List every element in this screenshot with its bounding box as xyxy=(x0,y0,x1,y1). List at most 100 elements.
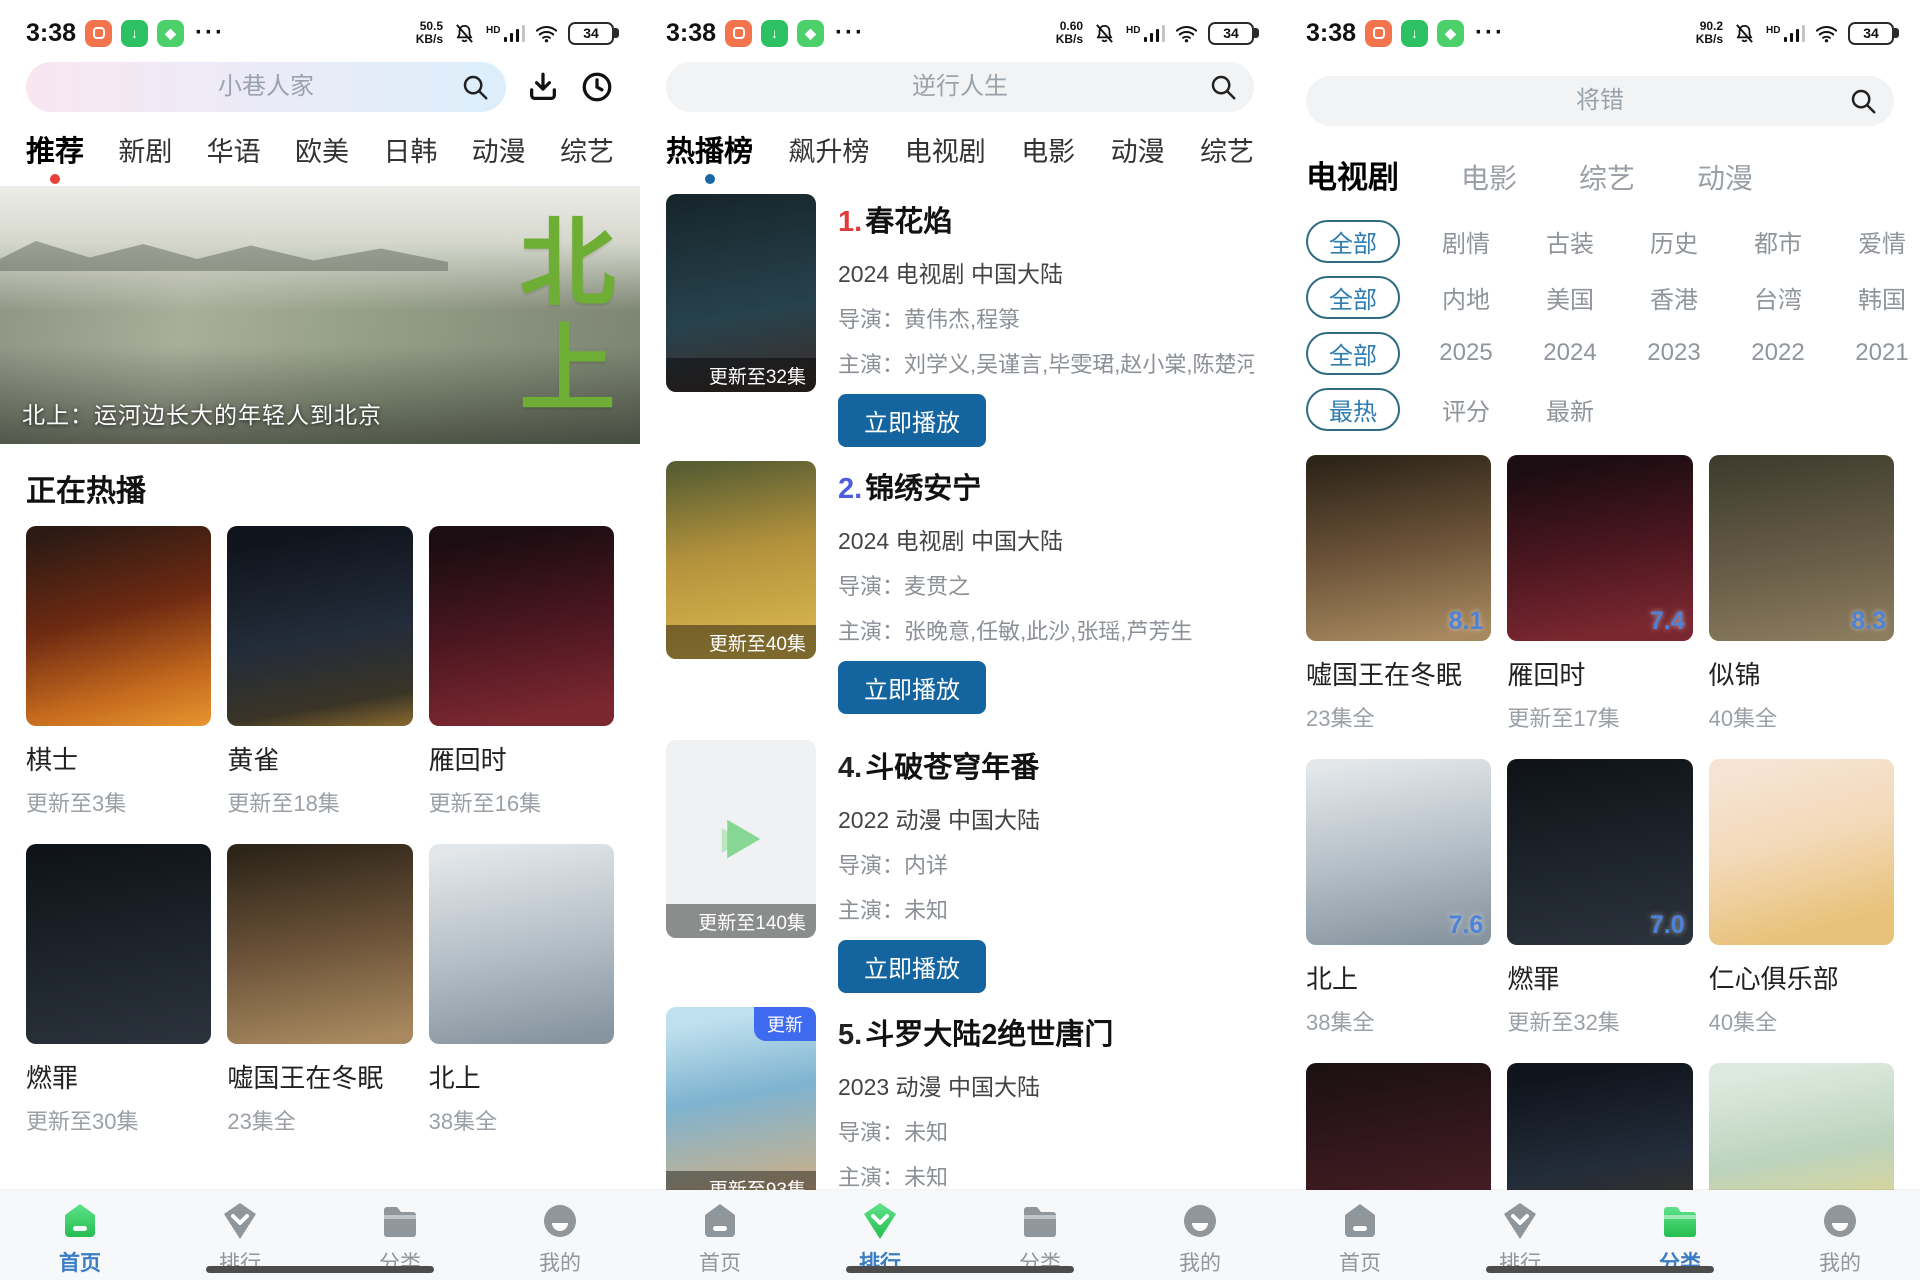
drama-episodes: 38集全 xyxy=(1306,1005,1491,1037)
nav-profile[interactable]: 我的 xyxy=(1775,1200,1905,1277)
nav-home[interactable]: 首页 xyxy=(1295,1200,1425,1277)
search-bar xyxy=(26,62,506,112)
nav-profile[interactable]: 我的 xyxy=(495,1200,625,1277)
home-indicator[interactable] xyxy=(1486,1266,1714,1273)
drama-card[interactable]: 8.3 似锦 40集全 xyxy=(1709,455,1894,759)
drama-director: 导演：未知 xyxy=(838,1115,1254,1147)
drama-card[interactable]: 7.0 燃罪 更新至32集 xyxy=(1507,759,1692,1063)
tab-jk[interactable]: 日韩 xyxy=(383,130,437,183)
tab-movie[interactable]: 电影 xyxy=(1021,130,1075,183)
search-input[interactable] xyxy=(716,73,1204,101)
nav-profile[interactable]: 我的 xyxy=(1135,1200,1265,1277)
drama-card[interactable]: 北上 38集全 xyxy=(429,844,614,1162)
more-notifications-icon: ··· xyxy=(1475,19,1505,47)
wifi-icon xyxy=(1815,22,1838,45)
drama-title: 黄雀 xyxy=(227,740,412,777)
section-title-now-playing: 正在热播 xyxy=(26,466,614,510)
drama-episodes: 38集全 xyxy=(429,1104,614,1136)
history-button[interactable] xyxy=(580,70,614,104)
home-icon xyxy=(699,1200,741,1242)
tab-recommend[interactable]: 推荐 xyxy=(26,128,84,184)
filter-item[interactable]: 2023 xyxy=(1622,339,1726,367)
filter-all-year[interactable]: 全部 xyxy=(1306,332,1400,375)
episode-badge: 更新至140集 xyxy=(666,904,816,938)
filter-item[interactable]: 2022 xyxy=(1726,339,1830,367)
cell-signal-icon: HD xyxy=(1766,25,1805,42)
search-bar xyxy=(666,62,1254,112)
tab-chinese[interactable]: 华语 xyxy=(207,130,261,183)
tab-movie[interactable]: 电影 xyxy=(1461,157,1517,211)
search-icon[interactable] xyxy=(460,72,490,102)
home-indicator[interactable] xyxy=(206,1266,434,1273)
search-icon[interactable] xyxy=(1208,72,1238,102)
play-now-button[interactable]: 立即播放 xyxy=(838,661,986,714)
drama-card[interactable]: 7.4 雁回时 更新至17集 xyxy=(1507,455,1692,759)
nav-home[interactable]: 首页 xyxy=(15,1200,145,1277)
filter-item[interactable]: 2021 xyxy=(1830,339,1920,367)
download-notification-icon: ↓ xyxy=(121,20,148,47)
tab-tv[interactable]: 电视剧 xyxy=(905,130,986,183)
filter-row-region: 全部 内地 美国 香港 台湾 韩国 xyxy=(1280,269,1920,325)
search-input[interactable] xyxy=(76,73,456,101)
play-now-button[interactable]: 立即播放 xyxy=(838,394,986,447)
filter-all-region[interactable]: 全部 xyxy=(1306,276,1400,319)
drama-title: 棋士 xyxy=(26,740,211,777)
drama-episodes: 23集全 xyxy=(227,1104,412,1136)
home-indicator[interactable] xyxy=(846,1266,1074,1273)
wifi-icon xyxy=(1175,22,1198,45)
tab-anime[interactable]: 动漫 xyxy=(1697,157,1753,211)
drama-episodes: 23集全 xyxy=(1306,701,1491,733)
filter-all-genre[interactable]: 全部 xyxy=(1306,220,1400,263)
filter-row-sort: 最热 评分 最新 xyxy=(1280,381,1920,437)
tab-variety[interactable]: 综艺 xyxy=(560,130,614,183)
search-icon[interactable] xyxy=(1848,86,1878,116)
drama-card[interactable]: 黄雀 更新至18集 xyxy=(227,526,412,844)
search-input[interactable] xyxy=(1356,87,1844,115)
play-now-button[interactable]: 立即播放 xyxy=(838,940,986,993)
category-grid: 8.1 嘘国王在冬眠 23集全 7.4 雁回时 更新至17集 8.3 似锦 40… xyxy=(1280,455,1920,1249)
filter-item[interactable]: 评分 xyxy=(1414,392,1518,427)
rank-item[interactable]: 更新至40集 2.锦绣安宁 2024 电视剧 中国大陆 导演：麦贯之 主演：张晚… xyxy=(666,461,1254,714)
drama-card[interactable]: 燃罪 更新至30集 xyxy=(26,844,211,1162)
filter-item[interactable]: 都市 xyxy=(1726,224,1830,259)
drama-card[interactable]: 棋士 更新至3集 xyxy=(26,526,211,844)
filter-item[interactable]: 最新 xyxy=(1518,392,1622,427)
filter-item[interactable]: 内地 xyxy=(1414,280,1518,315)
drama-poster xyxy=(227,844,412,1044)
tab-tv[interactable]: 电视剧 xyxy=(1306,152,1399,211)
filter-item[interactable]: 香港 xyxy=(1622,280,1726,315)
hero-banner[interactable]: 北上 北上：运河边长大的年轻人到北京 xyxy=(0,186,640,444)
drama-card[interactable]: 雁回时 更新至16集 xyxy=(429,526,614,844)
filter-sort-hottest[interactable]: 最热 xyxy=(1306,388,1400,431)
drama-card[interactable]: 7.6 北上 38集全 xyxy=(1306,759,1491,1063)
tab-variety[interactable]: 综艺 xyxy=(1200,130,1254,183)
filter-item[interactable]: 台湾 xyxy=(1726,280,1830,315)
filter-item[interactable]: 历史 xyxy=(1622,224,1726,259)
rank-item[interactable]: 更新至140集 4.斗破苍穹年番 2022 动漫 中国大陆 导演：内详 主演：未… xyxy=(666,740,1254,993)
drama-card[interactable]: 仁心俱乐部 40集全 xyxy=(1709,759,1894,1063)
drama-poster: 7.6 xyxy=(1306,759,1491,945)
drama-card[interactable]: 8.1 嘘国王在冬眠 23集全 xyxy=(1306,455,1491,759)
tab-anime[interactable]: 动漫 xyxy=(472,130,526,183)
tab-anime[interactable]: 动漫 xyxy=(1111,130,1165,183)
filter-item[interactable]: 美国 xyxy=(1518,280,1622,315)
tab-rising-rank[interactable]: 飙升榜 xyxy=(788,130,869,183)
drama-card[interactable]: 嘘国王在冬眠 23集全 xyxy=(227,844,412,1162)
drama-title: 燃罪 xyxy=(26,1058,211,1095)
drama-poster xyxy=(26,844,211,1044)
tab-western[interactable]: 欧美 xyxy=(295,130,349,183)
rank-item[interactable]: 更新至32集 1.春花焰 2024 电视剧 中国大陆 导演：黄伟杰,程箓 主演：… xyxy=(666,194,1254,447)
tab-variety[interactable]: 综艺 xyxy=(1579,157,1635,211)
filter-item[interactable]: 古装 xyxy=(1518,224,1622,259)
tab-hot-rank[interactable]: 热播榜 xyxy=(666,128,753,184)
filter-item[interactable]: 爱情 xyxy=(1830,224,1920,259)
filter-item[interactable]: 2025 xyxy=(1414,339,1518,367)
filter-item[interactable]: 剧情 xyxy=(1414,224,1518,259)
download-button[interactable] xyxy=(526,70,560,104)
nav-home[interactable]: 首页 xyxy=(655,1200,785,1277)
more-notifications-icon: ··· xyxy=(195,19,225,47)
profile-icon xyxy=(539,1200,581,1242)
filter-item[interactable]: 2024 xyxy=(1518,339,1622,367)
filter-item[interactable]: 韩国 xyxy=(1830,280,1920,315)
tab-new-dramas[interactable]: 新剧 xyxy=(118,130,172,183)
